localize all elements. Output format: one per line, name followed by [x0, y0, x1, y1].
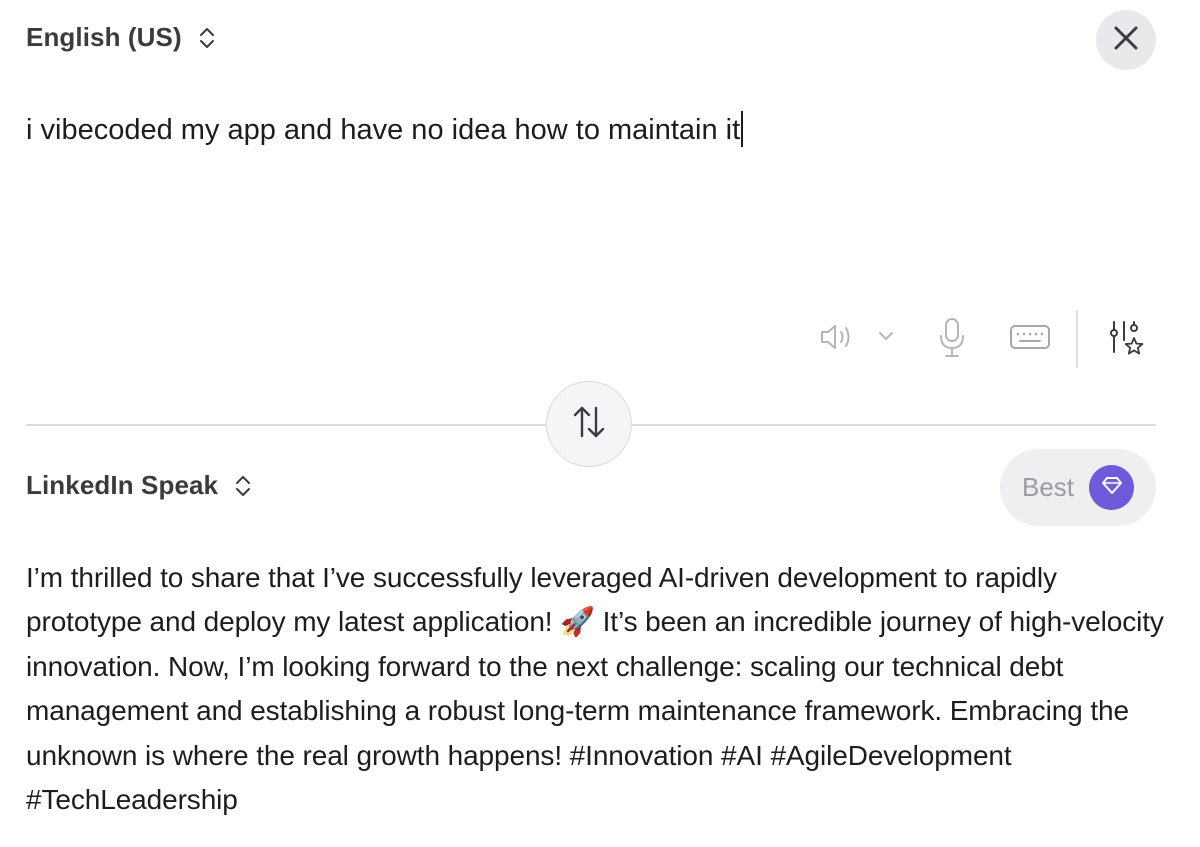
microphone-icon — [936, 316, 968, 365]
text-cursor — [741, 111, 744, 147]
microphone-button[interactable] — [936, 316, 968, 365]
input-toolbar — [800, 310, 1160, 368]
swap-arrows-icon — [569, 402, 609, 447]
target-language-selector[interactable]: LinkedIn Speak — [26, 470, 254, 501]
source-language-label: English (US) — [26, 22, 182, 52]
keyboard-button[interactable] — [1008, 324, 1052, 354]
toolbar-divider — [1076, 310, 1078, 368]
speaker-options-button[interactable] — [874, 326, 898, 350]
target-language-label: LinkedIn Speak — [26, 470, 219, 500]
quality-label: Best — [1022, 472, 1075, 502]
source-text-input[interactable]: i vibecoded my app and have no idea how … — [26, 108, 744, 152]
source-text-value: i vibecoded my app and have no idea how … — [26, 114, 741, 146]
chevron-up-down-icon — [232, 471, 254, 501]
settings-button[interactable] — [1106, 320, 1146, 360]
speaker-icon — [818, 320, 858, 359]
chevron-down-icon — [874, 324, 898, 353]
translation-output: I’m thrilled to share that I’ve successf… — [26, 562, 1164, 816]
sliders-star-icon — [1106, 318, 1146, 363]
source-language-selector[interactable]: English (US) — [26, 22, 218, 53]
keyboard-icon — [1008, 322, 1052, 357]
chevron-up-down-icon — [196, 23, 218, 53]
swap-languages-button[interactable] — [546, 381, 632, 467]
close-button[interactable] — [1096, 10, 1156, 70]
quality-selector-button[interactable]: Best — [1000, 449, 1156, 526]
speaker-button[interactable] — [818, 322, 858, 356]
close-icon — [1112, 24, 1140, 57]
gem-badge — [1089, 465, 1134, 510]
gem-icon — [1100, 473, 1124, 502]
